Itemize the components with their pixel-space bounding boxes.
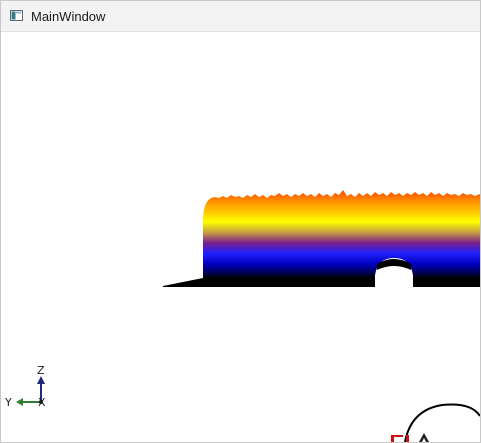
axes-gizmo: Z Y X [4, 364, 46, 409]
z-axis-label: Z [37, 364, 45, 377]
height-surface [203, 190, 480, 278]
y-axis-arrow [16, 398, 23, 406]
surface-base [163, 278, 480, 287]
y-axis-label: Y [4, 396, 12, 409]
3d-scene: Z Y X [4, 190, 480, 442]
3d-viewport[interactable]: Z Y X [1, 32, 480, 442]
window-app-icon [10, 10, 23, 21]
title-bar[interactable]: MainWindow [1, 1, 480, 32]
z-axis-arrow [37, 376, 45, 384]
x-axis-label: X [38, 396, 46, 409]
corner-logo [391, 403, 480, 442]
window-title: MainWindow [31, 9, 106, 24]
main-window: MainWindow Z Y X [0, 0, 481, 443]
